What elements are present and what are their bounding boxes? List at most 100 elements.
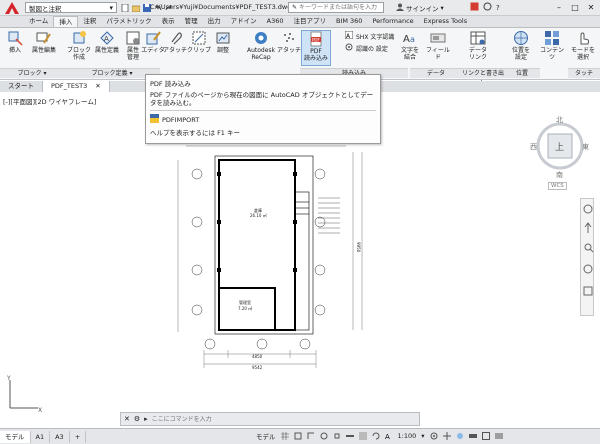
tooltip-description: PDF ファイルのページから現在の図面に AutoCAD オブジェクトとしてデー… bbox=[150, 91, 374, 107]
annotation-scale-value[interactable]: 1:100 bbox=[398, 432, 417, 440]
panel-data[interactable]: データ bbox=[410, 68, 462, 78]
attach-button[interactable]: アタッチ bbox=[162, 30, 188, 66]
viewcube-north[interactable]: 北 bbox=[556, 115, 563, 125]
plus-icon[interactable] bbox=[442, 432, 451, 440]
settings-icon bbox=[345, 43, 353, 53]
content-button[interactable]: コンテンツ bbox=[538, 30, 566, 66]
layout-tab-a3[interactable]: A3 bbox=[50, 430, 70, 443]
recognition-settings-button[interactable]: 認識の 設定 bbox=[345, 43, 388, 53]
viewcube-east[interactable]: 東 bbox=[582, 142, 589, 152]
transparency-icon[interactable] bbox=[358, 432, 367, 440]
insert-button[interactable]: 挿入 bbox=[2, 30, 28, 66]
recap-button[interactable]: Autodesk ReCap bbox=[246, 30, 276, 66]
prompt-icon: ▸ bbox=[144, 415, 148, 423]
ortho-icon[interactable] bbox=[307, 432, 315, 440]
attach-point-cloud-button[interactable]: アタッチ bbox=[276, 30, 302, 66]
panel-touch-label: タッチ bbox=[574, 70, 593, 77]
viewcube[interactable]: 北 南 西 東 上 WCS bbox=[528, 112, 598, 192]
lineweight-icon[interactable] bbox=[345, 432, 354, 440]
viewport-controls[interactable]: [-][平面図][2D ワイヤフレーム] bbox=[3, 96, 96, 106]
command-input[interactable] bbox=[151, 415, 392, 423]
tab-output[interactable]: 出力 bbox=[203, 16, 226, 27]
create-block-button[interactable]: ブロック 作成 bbox=[66, 30, 92, 66]
data-link-label: データ リンク bbox=[468, 47, 487, 61]
define-attributes-icon: A bbox=[100, 31, 114, 45]
snap-icon[interactable] bbox=[294, 432, 302, 440]
isolate-objects-icon[interactable] bbox=[456, 432, 464, 440]
close-tab-icon[interactable]: ✕ bbox=[95, 82, 100, 90]
autocad-logo-icon[interactable] bbox=[3, 1, 21, 15]
new-file-icon[interactable] bbox=[121, 3, 129, 12]
layout-tab-model[interactable]: モデル bbox=[0, 430, 31, 443]
file-tab-pdf-test3[interactable]: PDF_TEST3 ✕ bbox=[43, 81, 110, 92]
panel-location[interactable]: 位置 bbox=[504, 68, 540, 78]
workspace-switch-icon[interactable] bbox=[430, 432, 438, 440]
tab-bim360[interactable]: BIM 360 bbox=[331, 16, 367, 27]
store-icon[interactable] bbox=[470, 2, 479, 13]
panel-touch[interactable]: タッチ bbox=[568, 68, 600, 78]
maximize-icon[interactable]: □ bbox=[568, 1, 582, 13]
clean-screen-icon[interactable] bbox=[481, 432, 490, 440]
signin-button[interactable]: サインイン ▾ bbox=[396, 3, 444, 13]
workspace-select[interactable]: 製図と注釈 ▾ bbox=[25, 2, 117, 13]
osnap-icon[interactable] bbox=[333, 432, 341, 440]
share-icon[interactable] bbox=[483, 2, 492, 13]
adjust-icon bbox=[216, 32, 230, 44]
field-button[interactable]: フィールド bbox=[424, 30, 452, 66]
model-space-toggle[interactable]: モデル bbox=[256, 431, 276, 441]
tab-express-tools[interactable]: Express Tools bbox=[419, 16, 472, 27]
customization-menu-icon[interactable] bbox=[494, 432, 503, 440]
close-icon[interactable]: ✕ bbox=[584, 1, 598, 13]
select-mode-button[interactable]: モードを 選択 bbox=[568, 30, 598, 66]
combine-text-button[interactable]: Aa 文字を 結合 bbox=[396, 30, 424, 66]
clip-button[interactable]: クリップ bbox=[186, 30, 212, 66]
svg-text:Y: Y bbox=[6, 375, 11, 382]
add-layout-button[interactable]: + bbox=[70, 430, 87, 443]
insert-block-icon bbox=[8, 31, 23, 46]
minimize-icon[interactable]: – bbox=[552, 1, 566, 13]
pdf-import-button[interactable]: PDF PDF 読み込み bbox=[301, 30, 331, 66]
wrench-icon[interactable]: ⚙ bbox=[134, 415, 140, 423]
hardware-acceleration-icon[interactable] bbox=[468, 432, 477, 440]
wcs-menu[interactable]: WCS bbox=[548, 182, 567, 190]
tab-home[interactable]: ホーム bbox=[24, 16, 53, 27]
chevron-down-icon[interactable]: ▾ bbox=[421, 432, 424, 440]
selection-cycling-icon[interactable] bbox=[372, 432, 380, 440]
tab-parametric[interactable]: パラメトリック bbox=[101, 16, 156, 27]
tab-addins[interactable]: アドイン bbox=[226, 16, 262, 27]
globe-icon bbox=[514, 31, 528, 45]
annotation-scale-icon[interactable]: A bbox=[385, 432, 393, 441]
tab-featured-apps[interactable]: 注目アプリ bbox=[288, 16, 331, 27]
viewcube-south[interactable]: 南 bbox=[556, 170, 563, 180]
titlebar-tools: ? bbox=[470, 2, 500, 13]
search-input[interactable] bbox=[299, 4, 380, 11]
polar-icon[interactable] bbox=[320, 432, 328, 440]
data-link-button[interactable]: データ リンク bbox=[464, 30, 492, 66]
panel-link-extract[interactable]: リンクと書き出し bbox=[462, 68, 504, 87]
search-box[interactable]: ✎ bbox=[288, 2, 384, 13]
tab-annotate[interactable]: 注釈 bbox=[78, 16, 101, 27]
close-cmdline-icon[interactable]: ✕ bbox=[124, 415, 130, 423]
file-tab-start[interactable]: スタート bbox=[0, 81, 43, 92]
tab-insert[interactable]: 挿入 bbox=[53, 16, 79, 27]
viewcube-top-face[interactable]: 上 bbox=[555, 140, 564, 153]
adjust-button[interactable]: 調整 bbox=[210, 30, 236, 66]
set-location-button[interactable]: 位置を 設定 bbox=[508, 30, 534, 66]
tab-a360[interactable]: A360 bbox=[262, 16, 289, 27]
edit-attributes-button[interactable]: 属性編集 bbox=[28, 30, 60, 66]
define-attributes-button[interactable]: A 属性定義 bbox=[92, 30, 122, 66]
grid-icon[interactable] bbox=[280, 432, 289, 440]
viewcube-west[interactable]: 西 bbox=[530, 142, 537, 152]
chevron-down-icon: ▾ bbox=[109, 3, 113, 12]
panel-location-label: 位置 bbox=[515, 70, 528, 77]
attach-icon bbox=[171, 32, 182, 45]
layout-tab-a1[interactable]: A1 bbox=[31, 430, 51, 443]
shx-recognition-button[interactable]: A SHX 文字認識 bbox=[344, 30, 394, 41]
tab-performance[interactable]: Performance bbox=[367, 16, 418, 27]
panel-block[interactable]: ブロック ▾ bbox=[0, 68, 64, 78]
help-icon[interactable]: ? bbox=[496, 4, 500, 12]
tab-manage[interactable]: 管理 bbox=[180, 16, 203, 27]
open-file-icon[interactable] bbox=[131, 4, 141, 12]
content-label: コンテンツ bbox=[539, 47, 564, 61]
tab-view[interactable]: 表示 bbox=[157, 16, 180, 27]
